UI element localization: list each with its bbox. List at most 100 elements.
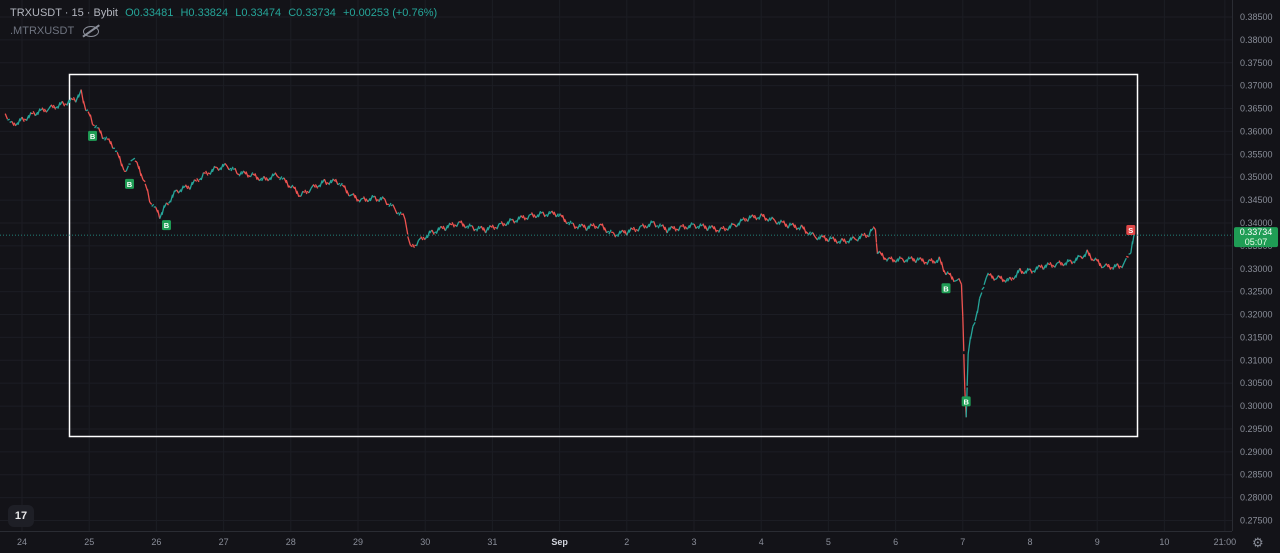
price-segment (1128, 252, 1132, 255)
price-segment (330, 178, 334, 184)
price-segment (718, 227, 722, 233)
price-segment (196, 178, 200, 183)
price-segment (1116, 263, 1121, 269)
price-segment (771, 217, 776, 221)
indicator-label[interactable]: .MTRXUSDT (10, 25, 74, 37)
price-segment (236, 173, 240, 176)
price-segment (176, 189, 180, 194)
marker-label: B (943, 284, 949, 293)
price-segment (915, 257, 919, 263)
x-tick-label: 21:00 (1214, 537, 1237, 547)
price-segment (388, 202, 392, 208)
price-segment (184, 184, 189, 190)
price-segment (205, 170, 209, 176)
price-segment (85, 109, 89, 112)
price-segment (713, 226, 718, 233)
chart-legend: TRXUSDT · 15 · Bybit O0.33481 H0.33824 L… (10, 7, 441, 19)
price-segment (782, 220, 787, 227)
price-segment (640, 224, 643, 227)
price-segment (7, 118, 10, 121)
price-segment (572, 222, 576, 230)
price-segment (838, 238, 843, 245)
price-segment (28, 111, 32, 119)
y-tick-label: 0.34500 (1240, 195, 1273, 205)
y-tick-label: 0.33000 (1240, 264, 1273, 274)
price-segment (522, 214, 526, 221)
price-segment (319, 180, 323, 188)
price-segment (265, 177, 269, 182)
price-segment (178, 189, 182, 194)
symbol-label[interactable]: TRXUSDT · 15 · Bybit (10, 7, 118, 19)
price-segment (632, 226, 637, 233)
price-segment (928, 259, 932, 262)
price-segment (722, 225, 726, 232)
price-segment (976, 298, 981, 314)
price-segment (653, 221, 657, 228)
price-segment (677, 225, 682, 232)
price-segment (211, 165, 216, 173)
price-segment (407, 236, 412, 246)
eye-hidden-icon[interactable] (83, 25, 100, 37)
price-segment (465, 225, 469, 229)
low-value: L0.33474 (235, 7, 282, 19)
price-segment (70, 98, 74, 101)
x-tick-label: 27 (219, 537, 229, 547)
price-segment (132, 157, 136, 161)
current-price-label: 0.33734 (1240, 227, 1273, 237)
price-segment (533, 214, 537, 219)
price-segment (751, 214, 756, 219)
price-axis[interactable]: 0.38500 0.38000 0.37500 0.37000 0.36500 0.360… (1240, 12, 1273, 526)
marker-label: B (127, 180, 133, 189)
price-segment (157, 209, 161, 219)
price-segment (789, 223, 793, 226)
price-segment (4, 113, 9, 120)
change-value: +0.00253 (+0.76%) (342, 7, 438, 19)
price-segment (868, 228, 872, 238)
price-segment (697, 223, 702, 230)
x-tick-label: 29 (353, 537, 363, 547)
price-chart[interactable]: B B B B B S 0.38500 0.38000 0.37500 0.37000 0.365… (0, 0, 1280, 553)
tradingview-logo[interactable]: 17 (8, 505, 34, 527)
price-segment (224, 162, 228, 167)
current-price-tag: 0.33734 05:07 (1234, 227, 1278, 248)
price-segment (854, 238, 858, 242)
price-segment (453, 224, 457, 227)
price-segment (326, 182, 330, 185)
price-segment (1097, 259, 1101, 267)
x-tick-label: 4 (759, 537, 764, 547)
price-segment (621, 229, 626, 234)
price-segment (276, 175, 281, 179)
price-segment (673, 225, 677, 232)
price-segment (285, 179, 290, 188)
price-segment (675, 228, 679, 231)
price-segment (595, 225, 599, 229)
price-segment (1038, 264, 1042, 268)
price-segment (830, 237, 834, 240)
price-segment (995, 274, 1000, 280)
price-segment (57, 102, 61, 109)
price-segment (228, 167, 232, 171)
price-segment (812, 232, 816, 237)
y-tick-label: 0.31000 (1240, 355, 1273, 365)
price-segment (396, 212, 400, 215)
marker-label: B (90, 132, 96, 141)
price-segment (474, 228, 477, 231)
bar-countdown-label: 05:07 (1245, 237, 1268, 247)
price-segment (938, 256, 943, 265)
price-segment (960, 284, 963, 302)
price-segment (816, 236, 820, 241)
price-segment (635, 228, 639, 232)
indicator-legend: .MTRXUSDT (10, 25, 100, 37)
price-segment (220, 163, 224, 171)
price-segment (546, 210, 551, 218)
price-segment (583, 224, 588, 231)
gear-icon[interactable]: ⚙ (1252, 535, 1264, 551)
price-segment (1000, 275, 1004, 283)
price-segment (870, 227, 874, 232)
price-segment (11, 121, 15, 126)
x-tick-label: 25 (84, 537, 94, 547)
time-axis[interactable]: 24 25 26 27 28 29 30 31 Sep 2 3 4 5 6 7 8 9 10 21:00 (17, 537, 1236, 547)
price-segment (742, 217, 747, 222)
price-segment (630, 227, 634, 231)
price-segment (404, 219, 409, 235)
